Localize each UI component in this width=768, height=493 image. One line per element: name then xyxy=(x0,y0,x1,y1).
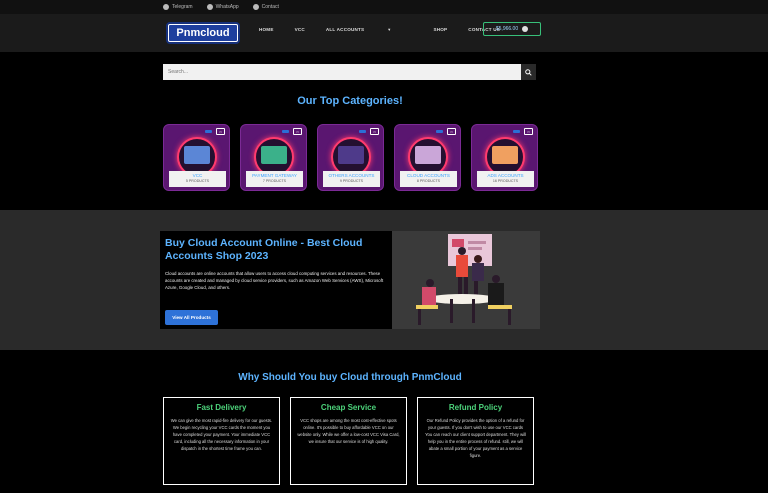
feature-title: Fast Delivery xyxy=(196,403,247,412)
category-label: OTHERS ACCOUNTS 9 PRODUCTS xyxy=(323,171,380,187)
tag-icon xyxy=(205,130,212,133)
feature-fast-delivery: Fast Delivery We can give the most rapid… xyxy=(163,397,280,485)
category-count: 8 PRODUCTS xyxy=(416,179,441,183)
hero-text: Cloud accounts are online accounts that … xyxy=(165,271,384,290)
search-button[interactable] xyxy=(521,64,536,80)
main-nav: HOME VCC ALL ACCOUNTS ▼ SHOP CONTACT US xyxy=(259,14,521,44)
hero-section: Buy Cloud Account Online - Best Cloud Ac… xyxy=(160,231,540,329)
category-label: ADS ACCOUNTS 16 PRODUCTS xyxy=(477,171,534,187)
category-count: 9 PRODUCTS xyxy=(339,179,364,183)
site-logo[interactable]: Pnmcloud xyxy=(168,24,238,42)
category-card-cloud-accounts[interactable]: ▭ CLOUD ACCOUNTS 8 PRODUCTS xyxy=(394,124,461,191)
cart-icon: ▭ xyxy=(216,128,225,135)
whatsapp-link[interactable]: WhatsApp xyxy=(206,4,239,10)
why-title: Why Should You buy Cloud through PnmClou… xyxy=(238,372,462,383)
tag-icon xyxy=(436,130,443,133)
feature-title: Cheap Service xyxy=(320,403,377,412)
cloud-icon xyxy=(415,146,441,164)
category-card-ads-accounts[interactable]: ▭ ADS ACCOUNTS 16 PRODUCTS xyxy=(471,124,538,191)
categories-grid: ▭ VCC 5 PRODUCTS ▭ PAYMENT GATEWAY 7 PRO… xyxy=(163,124,538,191)
category-card-others-accounts[interactable]: ▭ OTHERS ACCOUNTS 9 PRODUCTS xyxy=(317,124,384,191)
nav-all-accounts-label: ALL ACCOUNTS xyxy=(325,26,365,32)
category-label: PAYMENT GATEWAY 7 PRODUCTS xyxy=(246,171,303,187)
feature-text: We can give the most rapid-fire delivery… xyxy=(170,418,273,451)
team-meeting-illustration xyxy=(392,231,540,329)
hero-title: Buy Cloud Account Online - Best Cloud Ac… xyxy=(165,237,363,262)
tag-icon xyxy=(359,130,366,133)
view-all-products-button[interactable]: View All Products xyxy=(165,310,218,325)
telegram-link[interactable]: Telegram xyxy=(163,4,193,10)
cart-amount: $5,966.00 xyxy=(495,26,519,32)
contact-label: Contact xyxy=(261,4,279,10)
whatsapp-icon xyxy=(206,4,213,10)
mail-icon xyxy=(252,4,259,10)
tag-icon xyxy=(282,130,289,133)
nav-shop[interactable]: SHOP xyxy=(433,27,447,32)
category-name: VCC xyxy=(192,173,203,178)
feature-refund-policy: Refund Policy Our Refund Policy provides… xyxy=(417,397,534,485)
category-label: VCC 5 PRODUCTS xyxy=(169,171,226,187)
category-name: OTHERS ACCOUNTS xyxy=(328,173,375,178)
category-name: CLOUD ACCOUNTS xyxy=(407,173,450,178)
search-icon xyxy=(525,68,532,76)
category-name: PAYMENT GATEWAY xyxy=(252,173,297,178)
categories-title: Our Top Categories! xyxy=(297,95,403,107)
telegram-icon xyxy=(163,4,169,10)
cart-icon: ▭ xyxy=(370,128,379,135)
category-count: 5 PRODUCTS xyxy=(185,179,210,183)
cart-icon: ▭ xyxy=(524,128,533,135)
search-input[interactable] xyxy=(163,64,521,80)
feature-text: VCC shops are among the most cost-effect… xyxy=(297,418,400,444)
features-row: Fast Delivery We can give the most rapid… xyxy=(163,397,534,485)
ads-icon xyxy=(492,146,518,164)
contact-link[interactable]: Contact xyxy=(252,4,279,10)
network-icon xyxy=(338,146,364,164)
cart-icon: ▭ xyxy=(293,128,302,135)
nav-home[interactable]: HOME xyxy=(259,27,274,32)
category-name: ADS ACCOUNTS xyxy=(487,173,524,178)
whatsapp-label: WhatsApp xyxy=(215,4,239,10)
chevron-down-icon: ▼ xyxy=(387,26,392,32)
feature-cheap-service: Cheap Service VCC shops are among the mo… xyxy=(290,397,407,485)
tag-icon xyxy=(513,130,520,133)
site-header: Pnmcloud HOME VCC ALL ACCOUNTS ▼ SHOP CON… xyxy=(0,14,768,52)
payment-icon xyxy=(261,146,287,164)
feature-text: Our Refund Policy provides the option of… xyxy=(425,418,526,458)
category-card-payment-gateway[interactable]: ▭ PAYMENT GATEWAY 7 PRODUCTS xyxy=(240,124,307,191)
category-count: 7 PRODUCTS xyxy=(262,179,287,183)
cart-button[interactable]: $5,966.00 xyxy=(483,22,541,36)
category-count: 16 PRODUCTS xyxy=(492,179,519,183)
nav-vcc[interactable]: VCC xyxy=(295,27,305,32)
telegram-label: Telegram xyxy=(172,4,193,10)
feature-title: Refund Policy xyxy=(448,403,503,412)
top-bar: Telegram WhatsApp Contact xyxy=(0,0,768,14)
cart-icon: ▭ xyxy=(447,128,456,135)
category-label: CLOUD ACCOUNTS 8 PRODUCTS xyxy=(400,171,457,187)
hero-illustration xyxy=(392,231,540,329)
category-card-vcc[interactable]: ▭ VCC 5 PRODUCTS xyxy=(163,124,230,191)
nav-all-accounts[interactable]: ALL ACCOUNTS ▼ xyxy=(326,27,413,32)
credit-card-icon xyxy=(184,146,210,164)
cart-icon xyxy=(522,26,529,32)
